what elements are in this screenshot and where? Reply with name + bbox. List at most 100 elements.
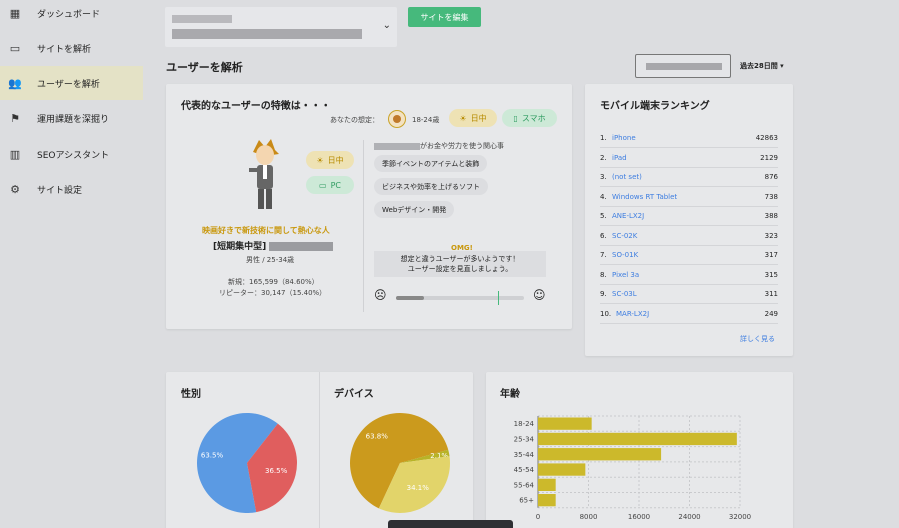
- x-tick-label: 0: [536, 513, 540, 521]
- pie-label: 63.5%: [201, 451, 224, 459]
- y-tick-label: 25-34: [514, 435, 535, 443]
- age-title: 年齢: [500, 389, 520, 400]
- see-more-link[interactable]: 詳しく見る: [740, 334, 775, 344]
- ranking-row: 8. Pixel 3a 315: [600, 266, 778, 285]
- device-link[interactable]: SC-02K: [612, 232, 637, 240]
- sidebar-item-user-analysis[interactable]: 👥 ユーザーを解析: [0, 66, 143, 100]
- sidebar-item-label: 運用課題を深掘り: [37, 114, 110, 125]
- y-tick-label: 55-64: [514, 481, 535, 489]
- rank-number: 2.: [600, 153, 607, 162]
- sidebar-item-label: サイトを解析: [37, 44, 92, 55]
- rank-number: 8.: [600, 270, 607, 279]
- bottom-overlay-bar: [388, 520, 513, 528]
- assumption-age: 18-24歳: [412, 116, 440, 124]
- rank-number: 6.: [600, 231, 607, 240]
- persona-demographic: 男性 / 25-34歳: [246, 256, 295, 264]
- sidebar: ▦ ダッシュボード ▭ サイトを解析 👥 ユーザーを解析 ⚑ 運用課題を深掘り …: [0, 0, 143, 528]
- sidebar-item-settings[interactable]: ⚙ サイト設定: [0, 172, 143, 206]
- redacted-text: [172, 15, 232, 23]
- dashboard-icon: ▦: [9, 6, 21, 20]
- pie-label: 63.8%: [366, 432, 389, 440]
- gender-title: 性別: [181, 389, 201, 400]
- persona-illustration: [249, 139, 279, 209]
- persona-headline: 映画好きで新技術に関して熱心な人: [202, 226, 330, 235]
- flag-icon: ⚑: [10, 111, 20, 125]
- device-link[interactable]: SC-03L: [612, 290, 637, 298]
- ranking-row: 6. SC-02K 323: [600, 227, 778, 246]
- age-bar: [538, 417, 592, 430]
- assumption-avatar: [388, 110, 406, 128]
- y-tick-label: 18-24: [514, 420, 535, 428]
- x-tick-label: 24000: [678, 513, 700, 521]
- chevron-down-icon: ⌄: [382, 20, 391, 31]
- device-link[interactable]: Windows RT Tablet: [612, 193, 677, 201]
- sidebar-item-issues[interactable]: ⚑ 運用課題を深掘り: [0, 101, 143, 135]
- sidebar-item-label: SEOアシスタント: [37, 150, 110, 161]
- edit-site-button[interactable]: サイトを編集: [408, 7, 481, 27]
- match-meter-fill: [396, 296, 425, 300]
- pie-label: 34.1%: [407, 484, 430, 492]
- sidebar-item-site-analysis[interactable]: ▭ サイトを解析: [0, 31, 143, 65]
- rank-number: 10.: [600, 309, 612, 318]
- redacted-text: [269, 242, 334, 251]
- monitor-icon: ▭: [319, 180, 327, 190]
- ranking-row: 10. MAR-LX2J 249: [600, 305, 778, 324]
- site-icon: ▭: [9, 41, 21, 55]
- device-link[interactable]: MAR-LX2J: [616, 310, 649, 318]
- rank-value: 323: [764, 231, 778, 240]
- device-link[interactable]: iPhone: [612, 134, 636, 142]
- age-bar: [538, 448, 662, 461]
- y-tick-label: 45-54: [514, 466, 535, 474]
- period-dropdown[interactable]: 過去28日間 ▾: [740, 61, 784, 71]
- ranking-row: 1. iPhone 42863: [600, 129, 778, 148]
- device-link[interactable]: Pixel 3a: [612, 271, 639, 279]
- x-tick-label: 32000: [729, 513, 751, 521]
- happy-face-icon: ☺: [533, 288, 546, 302]
- sun-icon: ☀: [316, 155, 324, 165]
- rank-number: 5.: [600, 212, 607, 220]
- time-pill: ☀ 日中: [306, 151, 354, 169]
- mismatch-message: 想定と違うユーザーが多いようです！ ユーザー設定を見直しましょう。: [374, 251, 546, 277]
- interest-tag: 季節イベントのアイテムと装飾: [374, 155, 488, 172]
- rank-number: 4.: [600, 192, 607, 201]
- device-link[interactable]: SO-01K: [612, 251, 638, 259]
- ranking-row: 4. Windows RT Tablet 738: [600, 188, 778, 207]
- age-bar: [538, 478, 556, 491]
- divider: [363, 140, 364, 312]
- ranking-row: 9. SC-03L 311: [600, 285, 778, 304]
- rank-value: 315: [764, 270, 778, 279]
- age-bar: [538, 494, 556, 507]
- assumption-label: あなたの想定：: [330, 116, 379, 124]
- gender-pie-chart: 63.5% 36.5%: [197, 412, 297, 513]
- date-range-field[interactable]: [635, 54, 731, 78]
- site-select[interactable]: ⌄: [165, 7, 397, 47]
- y-tick-label: 65+: [519, 497, 534, 505]
- sidebar-item-label: サイト設定: [37, 185, 83, 196]
- assumption-device-pill: ▯ スマホ: [502, 109, 557, 127]
- ranking-row: 2. iPad 2129: [600, 149, 778, 168]
- ranking-row: 5. ANE-LX2J 388: [600, 207, 778, 226]
- rank-value: 2129: [760, 153, 778, 162]
- rank-number: 9.: [600, 290, 607, 298]
- device-link[interactable]: ANE-LX2J: [612, 212, 644, 220]
- sad-face-icon: ☹: [374, 288, 387, 302]
- rank-number: 3.: [600, 173, 607, 181]
- device-link[interactable]: (not set): [612, 173, 642, 181]
- rank-value: 876: [764, 173, 778, 181]
- rank-number: 7.: [600, 251, 607, 259]
- sidebar-item-seo[interactable]: ▥ SEOアシスタント: [0, 137, 143, 171]
- new-users-stat: 新規：165,599（84.60%）: [228, 278, 319, 286]
- x-tick-label: 16000: [628, 513, 650, 521]
- sidebar-item-dashboard[interactable]: ▦ ダッシュボード: [0, 0, 143, 30]
- pie-label: 36.5%: [265, 467, 288, 475]
- rank-value: 249: [764, 309, 778, 318]
- page-title: ユーザーを解析: [166, 61, 243, 74]
- interest-heading: がお金や労力を使う関心事: [374, 141, 504, 151]
- sun-icon: ☀: [459, 113, 467, 123]
- device-title: デバイス: [334, 389, 374, 400]
- divider: [319, 372, 320, 528]
- gear-icon: ⚙: [10, 182, 20, 196]
- smartphone-icon: ▯: [513, 113, 518, 123]
- rank-value: 388: [764, 212, 778, 220]
- device-link[interactable]: iPad: [612, 154, 627, 162]
